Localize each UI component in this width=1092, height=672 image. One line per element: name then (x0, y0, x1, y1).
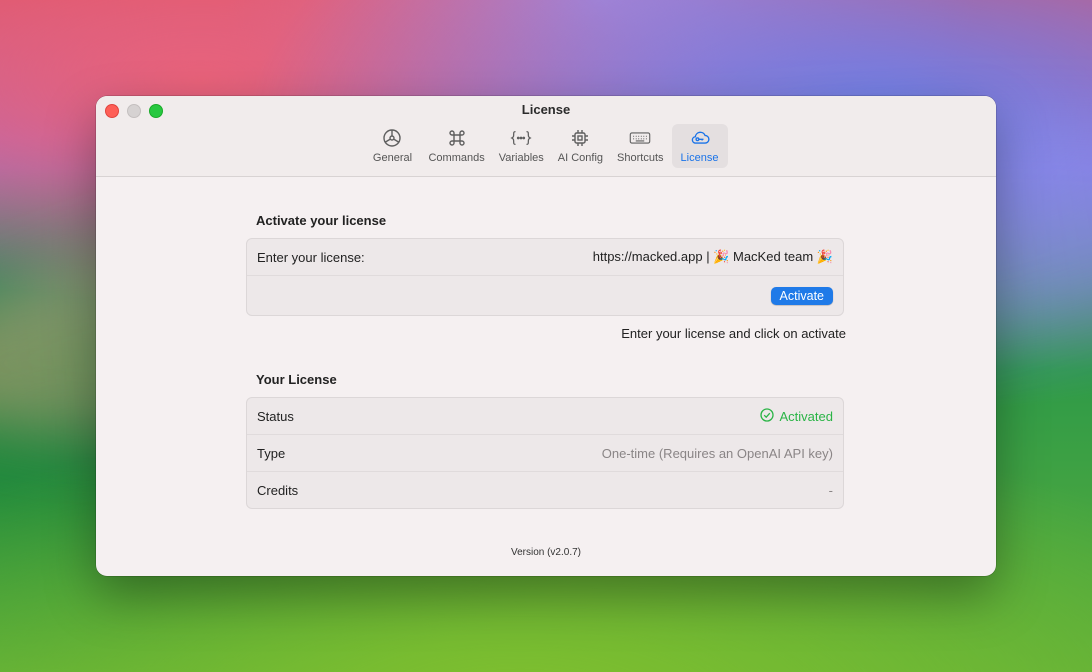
credits-value: - (828, 482, 833, 498)
license-input[interactable]: https://macked.app | 🎉 MacKed team 🎉 (593, 249, 833, 265)
checkmark-circle-icon (759, 407, 774, 425)
status-label: Status (257, 408, 294, 424)
tab-label: Variables (498, 152, 544, 164)
activate-button-row: Activate (247, 276, 843, 315)
license-info-panel: Status Activated Type One-time (Requires… (246, 397, 844, 509)
version-label: Version (v2.0.7) (510, 547, 582, 558)
tab-label: General (372, 152, 413, 164)
tab-license[interactable]: License (671, 124, 728, 168)
tab-commands[interactable]: Commands (422, 124, 490, 168)
tab-ai-config[interactable]: AI Config (552, 124, 609, 168)
tab-variables[interactable]: Variables (493, 124, 550, 168)
license-window: License General Commands Variables AI Co… (96, 96, 996, 576)
command-key-icon (446, 127, 468, 149)
activate-panel: Enter your license: https://macked.app |… (246, 238, 844, 316)
license-pane: Activate your license Enter your license… (96, 177, 996, 576)
chip-icon (569, 127, 591, 149)
table-row: Status Activated (247, 398, 843, 435)
credits-label: Credits (257, 482, 299, 498)
tab-label: Commands (428, 152, 485, 164)
tab-label: AI Config (557, 152, 604, 164)
cloud-key-icon (689, 127, 711, 149)
tab-shortcuts[interactable]: Shortcuts (611, 124, 669, 168)
activate-button[interactable]: Activate (770, 286, 833, 305)
type-value: One-time (Requires an OpenAI API key) (601, 445, 833, 461)
table-row: Type One-time (Requires an OpenAI API ke… (247, 435, 843, 472)
status-value: Activated (759, 407, 833, 425)
status-badge: Activated (779, 408, 833, 424)
tab-general[interactable]: General (364, 124, 420, 168)
activate-hint: Enter your license and click on activate (621, 326, 846, 341)
your-license-section-title: Your License (256, 372, 337, 387)
title-bar: License General Commands Variables AI Co… (96, 96, 996, 177)
tab-label: License (680, 152, 719, 164)
activate-section-title: Activate your license (256, 213, 387, 228)
keyboard-icon (629, 127, 651, 149)
window-title: License (521, 102, 571, 117)
tab-label: Shortcuts (617, 152, 664, 164)
table-row: Credits - (247, 472, 843, 508)
settings-gear-icon (381, 127, 403, 149)
preferences-toolbar: General Commands Variables AI Config Sho… (96, 124, 996, 168)
type-label: Type (257, 445, 286, 461)
license-field-label: Enter your license: (257, 249, 365, 265)
license-input-row: Enter your license: https://macked.app |… (247, 239, 843, 276)
curly-braces-icon (510, 127, 532, 149)
